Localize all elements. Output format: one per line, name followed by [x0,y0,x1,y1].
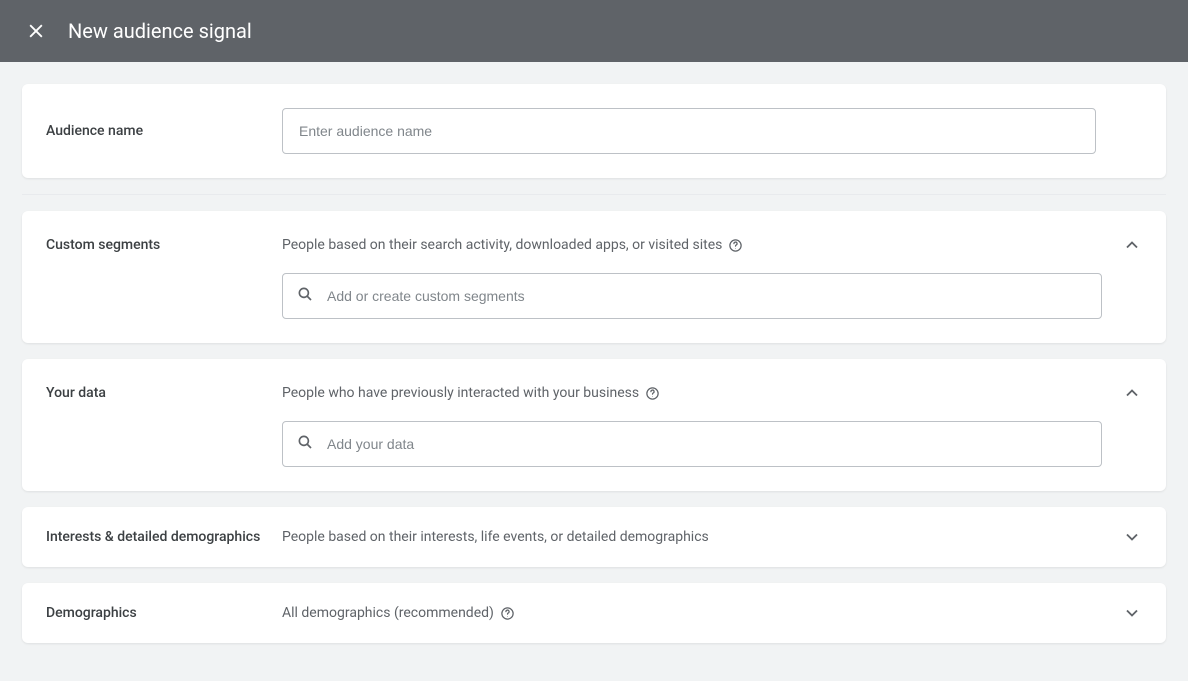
chevron-up-icon[interactable] [1122,235,1142,255]
custom-segments-card: Custom segments People based on their se… [22,211,1166,343]
chevron-down-icon[interactable] [1122,527,1142,547]
custom-segments-description: People based on their search activity, d… [282,235,722,255]
custom-segments-search-input[interactable] [282,273,1102,319]
your-data-search-input[interactable] [282,421,1102,467]
your-data-card: Your data People who have previously int… [22,359,1166,491]
audience-name-card: Audience name [22,84,1166,178]
demographics-card[interactable]: Demographics All demographics (recommend… [22,583,1166,643]
chevron-up-icon[interactable] [1122,383,1142,403]
interests-card[interactable]: Interests & detailed demographics People… [22,507,1166,567]
your-data-description: People who have previously interacted wi… [282,383,639,403]
page-title: New audience signal [68,19,252,43]
close-icon[interactable] [16,11,56,51]
divider [22,194,1166,195]
modal-header: New audience signal [0,0,1188,62]
custom-segments-label: Custom segments [46,235,282,319]
interests-label: Interests & detailed demographics [46,527,282,547]
content-area: Audience name Custom segments People bas… [0,62,1188,681]
chevron-down-icon[interactable] [1122,603,1142,623]
demographics-label: Demographics [46,603,282,623]
interests-description: People based on their interests, life ev… [282,527,709,547]
demographics-description: All demographics (recommended) [282,603,494,623]
your-data-label: Your data [46,383,282,467]
help-icon[interactable] [645,386,660,401]
help-icon[interactable] [728,238,743,253]
audience-name-input[interactable] [282,108,1096,154]
audience-name-label: Audience name [46,121,282,141]
help-icon[interactable] [500,606,515,621]
